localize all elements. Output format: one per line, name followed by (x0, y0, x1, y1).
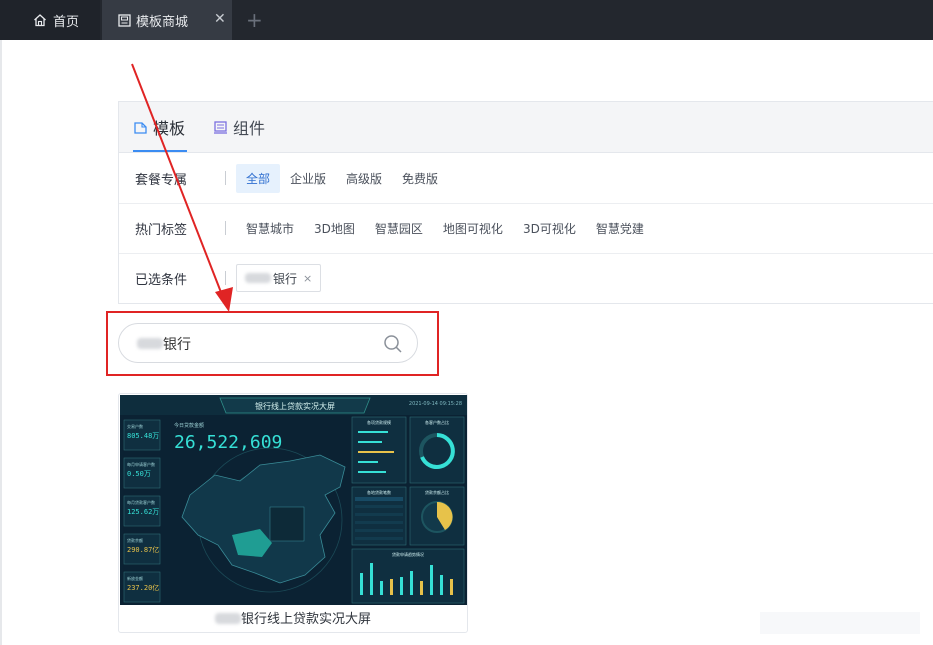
tab-components[interactable]: 组件 (213, 102, 265, 152)
thumb-panel-title: 贷款余额占比 (425, 489, 449, 495)
thumb-panel-title: 各项贷款规模 (367, 419, 391, 425)
add-tab-button[interactable]: + (246, 10, 263, 30)
hot-tags-label: 热门标签 (135, 222, 188, 238)
home-icon (34, 14, 46, 27)
template-icon (134, 121, 147, 134)
search-input[interactable]: 银行 (118, 323, 418, 363)
thumb-left-panel-label: 每月申请客户数 (127, 461, 155, 467)
thumb-left-panel-label: 新放金额 (127, 575, 143, 581)
thumb-left-panel-value: 237.20亿 (127, 583, 159, 592)
template-card[interactable]: 银行线上贷款实况大屏 2021-09-14 09:15:28 今日贷款金额 26… (118, 393, 468, 633)
redacted-text (245, 273, 271, 283)
thumb-title: 银行线上贷款实况大屏 (255, 401, 335, 411)
hot-tag[interactable]: 地图可视化 (443, 220, 503, 237)
thumb-left-panel-label: 每月贷款客户数 (127, 499, 155, 505)
condition-chip-label: 银行 (273, 271, 298, 286)
thumb-left-panel-value: 290.87亿 (127, 545, 159, 554)
tab-bar: 首页 模板商城 ✕ + (0, 0, 933, 40)
divider (225, 271, 226, 285)
plan-option-all[interactable]: 全部 (236, 163, 281, 193)
template-card-title[interactable]: 银行线上贷款实况大屏 (119, 608, 467, 627)
search-input-value: 银行 (163, 337, 191, 353)
tab-home-label: 首页 (53, 14, 80, 30)
tab-template-store[interactable]: 模板商城 ✕ (102, 0, 232, 40)
plan-filter-row: 套餐专属 全部 企业版 高级版 免费版 (119, 153, 933, 204)
thumb-left-panel-value: 0.50万 (127, 470, 151, 478)
template-thumbnail[interactable]: 银行线上贷款实况大屏 2021-09-14 09:15:28 今日贷款金额 26… (120, 395, 467, 605)
faded-overlay (760, 612, 920, 634)
tab-components-label: 组件 (233, 119, 266, 138)
remove-condition-icon[interactable]: × (303, 272, 312, 285)
frame-left-border (0, 40, 2, 645)
thumb-left-panel-value: 125.62万 (127, 508, 159, 516)
thumb-big-number: 26,522,609 (174, 432, 282, 453)
tab-home[interactable]: 首页 (0, 0, 100, 40)
hot-tag[interactable]: 智慧城市 (246, 220, 294, 237)
component-icon (214, 120, 227, 134)
store-icon (118, 13, 131, 27)
thumb-map-tooltip (269, 506, 305, 542)
plan-option-free[interactable]: 免费版 (392, 164, 448, 193)
thumb-left-panels: 交易户数 805.48万 每月申请客户数 0.50万 每月贷款客户数 125.6… (123, 419, 161, 603)
thumb-datetime: 2021-09-14 09:15:28 (409, 401, 462, 407)
thumb-big-label: 今日贷款金额 (174, 422, 204, 429)
active-tab-underline (133, 150, 187, 152)
tab-templates[interactable]: 模板 (133, 102, 187, 152)
hot-tag[interactable]: 3D可视化 (523, 220, 576, 237)
hot-tag[interactable]: 智慧党建 (596, 220, 644, 237)
redacted-text (137, 338, 163, 349)
thumb-left-panel-label: 交易户数 (127, 423, 143, 429)
template-card-title-text: 银行线上贷款实况大屏 (240, 612, 371, 627)
redacted-text (214, 613, 241, 624)
plan-filter-label: 套餐专属 (135, 172, 188, 188)
thumb-panel-title: 贷款申请趋势情况 (392, 551, 424, 557)
thumb-panel-title: 各地贷款笔数 (367, 489, 391, 495)
hot-tag[interactable]: 3D地图 (314, 220, 355, 237)
close-tab-icon[interactable]: ✕ (214, 12, 226, 26)
search-icon[interactable] (383, 334, 403, 354)
divider (225, 221, 226, 235)
panel-tabs: 模板 组件 (119, 102, 933, 153)
hot-tags-row: 热门标签 智慧城市 3D地图 智慧园区 地图可视化 3D可视化 智慧党建 (119, 203, 933, 254)
hot-tag[interactable]: 智慧园区 (375, 220, 423, 237)
filter-panel: 模板 组件 套餐专属 全部 企业版 高级版 免费版 热门标签 智慧城市 3D地图… (118, 101, 933, 304)
plan-option-advanced[interactable]: 高级版 (336, 164, 392, 193)
condition-chip[interactable]: 银行 × (236, 264, 322, 292)
tab-templates-label: 模板 (153, 119, 186, 138)
thumb-panel-title: 各客户数占比 (425, 419, 449, 425)
selected-conditions-label: 已选条件 (135, 272, 188, 288)
divider (225, 171, 226, 185)
thumb-left-panel-value: 805.48万 (127, 432, 159, 440)
thumb-left-panel-label: 贷款余额 (127, 537, 143, 543)
plan-option-enterprise[interactable]: 企业版 (280, 164, 336, 193)
selected-conditions-row: 已选条件 银行 × (119, 253, 933, 303)
tab-template-store-label: 模板商城 (136, 14, 189, 30)
